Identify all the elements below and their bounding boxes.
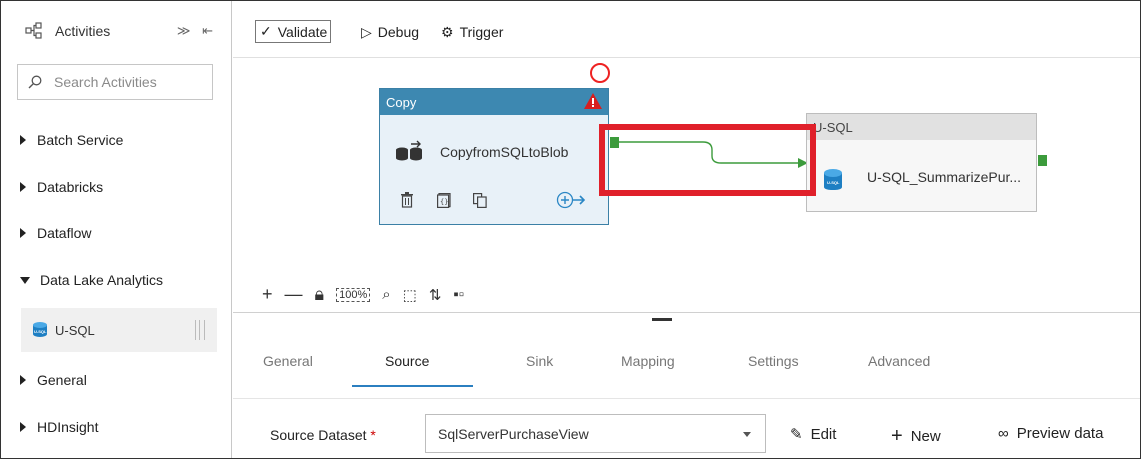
category-dataflow[interactable]: Dataflow [1, 209, 232, 257]
new-label: New [910, 428, 941, 445]
expand-arrow-icon [20, 228, 26, 238]
active-tab-indicator [352, 385, 473, 387]
drag-handle[interactable] [195, 320, 205, 340]
glasses-icon: ∞ [998, 425, 1009, 442]
select-icon[interactable]: ⬚ [403, 286, 417, 304]
source-dataset-label: Source Dataset * [270, 427, 376, 443]
panel-resize-handle[interactable] [652, 318, 672, 321]
collapse-icon[interactable]: ≫ ⇤ [177, 23, 217, 39]
properties-tabs: General Source Sink Mapping Settings Adv… [233, 345, 1140, 387]
preview-data-button[interactable]: ∞ Preview data [998, 425, 1103, 442]
lock-icon[interactable]: 🔒︎ [315, 284, 325, 305]
add-output-icon[interactable] [556, 191, 586, 209]
code-icon[interactable]: {} [437, 193, 451, 208]
checkmark-icon: ✓ [260, 23, 272, 39]
source-dataset-select[interactable]: SqlServerPurchaseView [425, 414, 766, 453]
usql-node-title: U-SQL [807, 114, 1036, 140]
zoom-out-icon[interactable]: — [285, 284, 303, 305]
required-marker: * [370, 427, 376, 443]
edit-label: Edit [810, 425, 837, 443]
expand-arrow-icon [20, 135, 26, 145]
category-hdinsight[interactable]: HDInsight [1, 403, 232, 451]
warning-icon[interactable] [584, 93, 602, 109]
collapse-arrow-icon [20, 276, 30, 284]
expand-arrow-icon [20, 375, 26, 385]
pipeline-icon [25, 22, 42, 39]
copy-data-icon [396, 140, 422, 161]
usql-output-port[interactable] [1038, 155, 1047, 166]
fit-to-window-icon[interactable]: ⌕ [382, 286, 390, 303]
svg-text:{}: {} [440, 198, 448, 206]
plus-icon: + [891, 425, 903, 447]
category-label: Data Lake Analytics [40, 272, 163, 288]
category-label: HDInsight [37, 419, 99, 435]
category-data-lake-analytics[interactable]: Data Lake Analytics [1, 256, 232, 304]
search-icon [28, 75, 42, 89]
auto-align-icon[interactable]: ⇅ [429, 286, 442, 304]
tab-mapping[interactable]: Mapping [621, 353, 675, 369]
category-databricks[interactable]: Databricks [1, 163, 232, 211]
zoom-in-icon[interactable]: + [262, 284, 273, 305]
delete-icon[interactable] [400, 192, 414, 208]
tab-source[interactable]: Source [385, 353, 429, 369]
activities-panel: Activities ≫ ⇤ Search Activities Batch S… [1, 1, 232, 458]
panel-divider [233, 312, 1140, 313]
expand-arrow-icon [20, 422, 26, 432]
usql-activity-name: U-SQL_SummarizePur... [867, 169, 1022, 185]
source-dataset-value: SqlServerPurchaseView [438, 425, 589, 442]
activities-title: Activities [55, 23, 111, 39]
copy-activity-node[interactable]: Copy CopyfromSQLtoBlob {} [379, 88, 609, 225]
usql-activity-node[interactable]: U-SQL U-SQL U-SQL_SummarizePur... [806, 113, 1037, 212]
edit-button[interactable]: ✎ Edit [790, 425, 837, 444]
category-general[interactable]: General [1, 356, 232, 404]
play-icon: ▷ [361, 23, 372, 40]
annotation-highlight-box [599, 124, 816, 196]
chevron-down-icon [743, 432, 751, 437]
pipeline-toolbar: ✓ Validate ▷ Debug ⚙ Trigger [233, 1, 1140, 58]
usql-icon: U-SQL [824, 169, 842, 191]
annotation-circle [590, 63, 610, 83]
activity-label: U-SQL [55, 322, 95, 338]
activities-header: Activities ≫ ⇤ [1, 1, 231, 61]
tab-advanced[interactable]: Advanced [868, 353, 930, 369]
tab-sink[interactable]: Sink [526, 353, 553, 369]
zoom-100-icon[interactable]: 100% [336, 287, 371, 302]
activity-usql[interactable]: U-SQL U-SQL [21, 308, 217, 352]
expand-arrow-icon [20, 182, 26, 192]
usql-icon: U-SQL [33, 322, 47, 338]
trigger-label: Trigger [459, 24, 504, 40]
search-activities-input[interactable]: Search Activities [17, 64, 213, 100]
debug-button[interactable]: ▷ Debug [361, 21, 419, 43]
layout-icon[interactable]: ▪▫ [453, 286, 464, 303]
tab-general[interactable]: General [263, 353, 313, 369]
canvas-zoom-toolbar: + — 🔒︎ 100% ⌕ ⬚ ⇅ ▪▫ [262, 284, 476, 305]
source-dataset-text: Source Dataset [270, 427, 367, 443]
new-button[interactable]: + New [891, 425, 941, 448]
category-batch-service[interactable]: Batch Service [1, 116, 232, 164]
debug-label: Debug [377, 24, 420, 40]
category-label: Databricks [37, 179, 104, 195]
tab-settings[interactable]: Settings [748, 353, 799, 369]
copy-activity-name: CopyfromSQLtoBlob [440, 144, 569, 160]
trigger-icon: ⚙ [441, 23, 454, 40]
validate-button[interactable]: ✓ Validate [255, 20, 332, 43]
category-label: General [37, 372, 87, 388]
category-label: Batch Service [37, 132, 124, 148]
category-label: Dataflow [37, 225, 92, 241]
copy-node-title: Copy [380, 89, 608, 115]
clone-icon[interactable] [473, 193, 487, 208]
search-placeholder: Search Activities [54, 74, 157, 90]
trigger-button[interactable]: ⚙ Trigger [441, 21, 503, 43]
validate-label: Validate [277, 23, 328, 40]
preview-label: Preview data [1016, 425, 1104, 442]
pencil-icon: ✎ [790, 426, 803, 443]
